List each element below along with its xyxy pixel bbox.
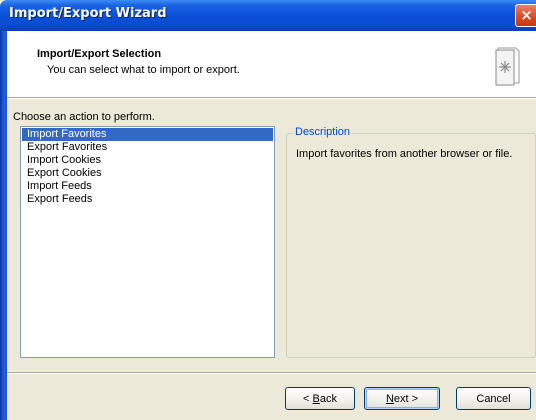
actions-listbox[interactable]: Import Favorites Export Favorites Import… [20,126,275,358]
document-star-icon [495,47,520,86]
page-title: Import/Export Selection [37,48,162,60]
back-button-prefix: < [303,392,313,405]
wizard-header: Import/Export Selection You can select w… [7,31,536,97]
window-title: Import/Export Wizard [9,6,167,21]
next-button[interactable]: Next > [364,387,440,410]
close-icon: × [520,6,533,24]
title-bar[interactable]: Import/Export Wizard × [0,0,536,31]
page-subtitle: You can select what to import or export. [47,64,240,76]
header-divider [7,97,536,99]
next-button-mnemonic: N [385,392,394,405]
footer-divider [7,372,536,374]
wizard-window: Import/Export Wizard × Import/Export Sel… [0,0,536,420]
list-item-export-favorites[interactable]: Export Favorites [22,141,273,154]
list-item-export-cookies[interactable]: Export Cookies [22,167,273,180]
back-button-mnemonic: B [312,392,320,405]
list-item-import-favorites[interactable]: Import Favorites [22,128,273,141]
action-prompt: Choose an action to perform. [13,111,155,123]
description-text: Import favorites from another browser or… [296,148,513,160]
description-group [286,133,536,358]
description-legend: Description [293,126,353,138]
cancel-button[interactable]: Cancel [456,387,531,410]
window-left-border [0,31,7,420]
close-button[interactable]: × [515,4,536,27]
list-item-import-cookies[interactable]: Import Cookies [22,154,273,167]
back-button[interactable]: < Back [285,387,355,410]
list-item-import-feeds[interactable]: Import Feeds [22,180,273,193]
back-button-label: ack [319,392,337,405]
list-item-export-feeds[interactable]: Export Feeds [22,193,273,206]
next-button-label: ext > [393,392,419,405]
